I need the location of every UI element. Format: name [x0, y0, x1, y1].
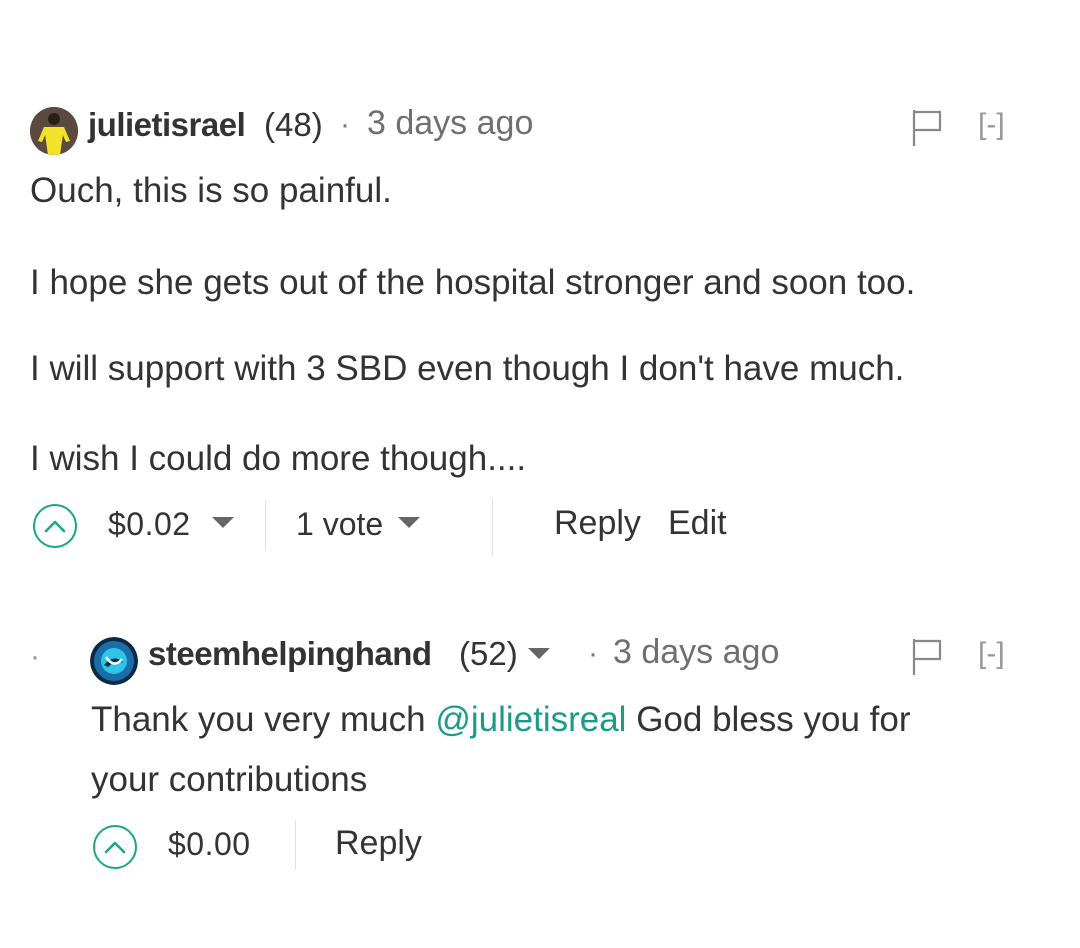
payout-value[interactable]: $0.02	[108, 506, 191, 543]
flag-icon[interactable]	[910, 108, 944, 148]
comment-text: your contributions	[91, 760, 368, 799]
comment-timestamp[interactable]: 3 days ago	[367, 104, 533, 143]
divider	[265, 500, 266, 550]
avatar[interactable]	[30, 107, 78, 155]
comment-paragraph: I wish I could do more though....	[30, 439, 527, 478]
caret-down-icon[interactable]	[398, 517, 420, 528]
comment-paragraph: Ouch, this is so painful.	[30, 171, 392, 210]
collapse-toggle[interactable]: [-]	[978, 108, 1005, 142]
divider	[295, 820, 296, 870]
avatar-image	[90, 637, 138, 685]
avatar-image	[30, 107, 78, 155]
upvote-button[interactable]	[33, 504, 77, 548]
author-name[interactable]: steemhelpinghand	[148, 635, 432, 673]
comment-body: Thank you very much @julietisreal God bl…	[91, 699, 911, 741]
edit-button[interactable]: Edit	[668, 504, 727, 543]
caret-down-icon[interactable]	[212, 517, 234, 528]
author-reputation: (52)	[459, 635, 518, 672]
comment-text: Thank you very much	[91, 700, 436, 739]
meta-separator: ·	[588, 637, 598, 670]
chevron-up-icon	[44, 520, 66, 533]
user-mention-link[interactable]: @julietisreal	[435, 700, 626, 739]
comment-timestamp[interactable]: 3 days ago	[613, 633, 779, 672]
author-name[interactable]: julietisrael	[88, 106, 246, 144]
comment-paragraph: I will support with 3 SBD even though I …	[30, 349, 905, 388]
author-reputation: (48)	[264, 106, 323, 143]
comment-text: God bless you for	[626, 700, 911, 739]
flag-icon[interactable]	[910, 637, 944, 677]
vote-count[interactable]: 1 vote	[296, 506, 383, 543]
upvote-button[interactable]	[93, 825, 137, 869]
thread-bullet: ·	[30, 640, 40, 673]
payout-value[interactable]: $0.00	[168, 826, 251, 863]
comment-paragraph: I hope she gets out of the hospital stro…	[30, 263, 916, 302]
chevron-up-icon	[104, 841, 126, 854]
divider	[492, 498, 493, 556]
caret-down-icon[interactable]	[528, 648, 550, 659]
meta-separator: ·	[340, 108, 350, 141]
collapse-toggle[interactable]: [-]	[978, 637, 1005, 671]
avatar[interactable]	[90, 637, 138, 685]
reply-button[interactable]: Reply	[554, 504, 641, 543]
reply-button[interactable]: Reply	[335, 824, 422, 863]
